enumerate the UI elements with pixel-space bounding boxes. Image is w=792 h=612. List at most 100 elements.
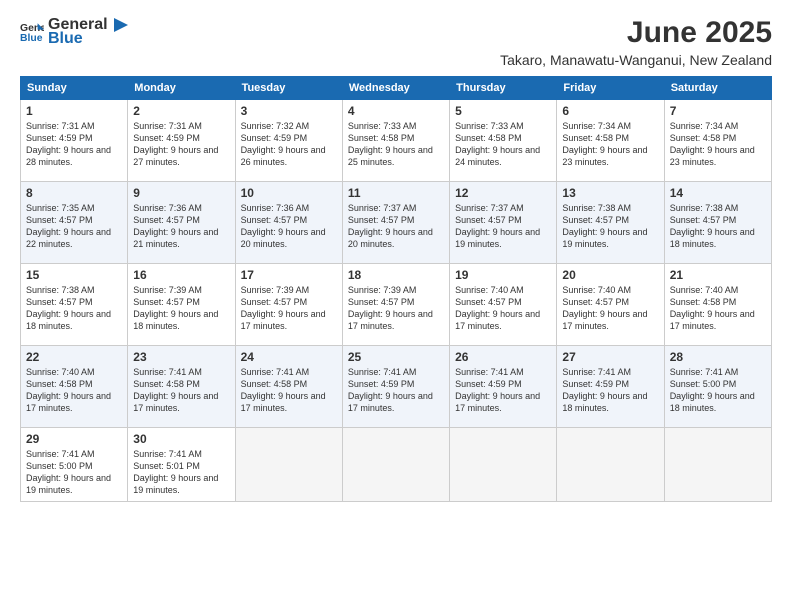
day-info: Sunrise: 7:33 AM Sunset: 4:58 PM Dayligh… bbox=[348, 120, 444, 169]
calendar-week-2: 8 Sunrise: 7:35 AM Sunset: 4:57 PM Dayli… bbox=[21, 182, 772, 264]
calendar-cell: 14 Sunrise: 7:38 AM Sunset: 4:57 PM Dayl… bbox=[664, 182, 771, 264]
day-number: 23 bbox=[133, 350, 229, 364]
title-block: June 2025 Takaro, Manawatu-Wanganui, New… bbox=[500, 16, 772, 68]
day-number: 2 bbox=[133, 104, 229, 118]
calendar-cell: 5 Sunrise: 7:33 AM Sunset: 4:58 PM Dayli… bbox=[450, 100, 557, 182]
calendar-cell bbox=[450, 428, 557, 502]
calendar-cell: 9 Sunrise: 7:36 AM Sunset: 4:57 PM Dayli… bbox=[128, 182, 235, 264]
day-info: Sunrise: 7:41 AM Sunset: 4:58 PM Dayligh… bbox=[133, 366, 229, 415]
calendar-cell: 28 Sunrise: 7:41 AM Sunset: 5:00 PM Dayl… bbox=[664, 346, 771, 428]
day-info: Sunrise: 7:40 AM Sunset: 4:57 PM Dayligh… bbox=[562, 284, 658, 333]
day-number: 7 bbox=[670, 104, 766, 118]
calendar-cell: 3 Sunrise: 7:32 AM Sunset: 4:59 PM Dayli… bbox=[235, 100, 342, 182]
col-tuesday: Tuesday bbox=[235, 77, 342, 100]
day-info: Sunrise: 7:41 AM Sunset: 5:00 PM Dayligh… bbox=[26, 448, 122, 497]
col-wednesday: Wednesday bbox=[342, 77, 449, 100]
day-info: Sunrise: 7:37 AM Sunset: 4:57 PM Dayligh… bbox=[455, 202, 551, 251]
day-info: Sunrise: 7:36 AM Sunset: 4:57 PM Dayligh… bbox=[133, 202, 229, 251]
day-info: Sunrise: 7:39 AM Sunset: 4:57 PM Dayligh… bbox=[241, 284, 337, 333]
calendar-cell: 1 Sunrise: 7:31 AM Sunset: 4:59 PM Dayli… bbox=[21, 100, 128, 182]
day-info: Sunrise: 7:31 AM Sunset: 4:59 PM Dayligh… bbox=[133, 120, 229, 169]
logo: General Blue General Blue bbox=[20, 16, 128, 48]
day-number: 17 bbox=[241, 268, 337, 282]
day-number: 10 bbox=[241, 186, 337, 200]
day-info: Sunrise: 7:33 AM Sunset: 4:58 PM Dayligh… bbox=[455, 120, 551, 169]
day-number: 29 bbox=[26, 432, 122, 446]
day-number: 9 bbox=[133, 186, 229, 200]
day-number: 8 bbox=[26, 186, 122, 200]
calendar-cell: 11 Sunrise: 7:37 AM Sunset: 4:57 PM Dayl… bbox=[342, 182, 449, 264]
day-number: 5 bbox=[455, 104, 551, 118]
month-title: June 2025 bbox=[500, 16, 772, 50]
calendar-cell: 17 Sunrise: 7:39 AM Sunset: 4:57 PM Dayl… bbox=[235, 264, 342, 346]
calendar-cell: 25 Sunrise: 7:41 AM Sunset: 4:59 PM Dayl… bbox=[342, 346, 449, 428]
day-number: 21 bbox=[670, 268, 766, 282]
calendar-cell: 6 Sunrise: 7:34 AM Sunset: 4:58 PM Dayli… bbox=[557, 100, 664, 182]
day-number: 15 bbox=[26, 268, 122, 282]
day-number: 3 bbox=[241, 104, 337, 118]
page-container: General Blue General Blue June 2025 Taka… bbox=[0, 0, 792, 612]
day-info: Sunrise: 7:38 AM Sunset: 4:57 PM Dayligh… bbox=[26, 284, 122, 333]
calendar-cell: 19 Sunrise: 7:40 AM Sunset: 4:57 PM Dayl… bbox=[450, 264, 557, 346]
day-info: Sunrise: 7:39 AM Sunset: 4:57 PM Dayligh… bbox=[133, 284, 229, 333]
calendar-cell bbox=[235, 428, 342, 502]
calendar-cell: 8 Sunrise: 7:35 AM Sunset: 4:57 PM Dayli… bbox=[21, 182, 128, 264]
header: General Blue General Blue June 2025 Taka… bbox=[20, 16, 772, 68]
day-info: Sunrise: 7:41 AM Sunset: 4:59 PM Dayligh… bbox=[455, 366, 551, 415]
day-number: 19 bbox=[455, 268, 551, 282]
day-number: 6 bbox=[562, 104, 658, 118]
day-number: 13 bbox=[562, 186, 658, 200]
calendar-week-3: 15 Sunrise: 7:38 AM Sunset: 4:57 PM Dayl… bbox=[21, 264, 772, 346]
day-info: Sunrise: 7:41 AM Sunset: 4:59 PM Dayligh… bbox=[348, 366, 444, 415]
day-info: Sunrise: 7:40 AM Sunset: 4:57 PM Dayligh… bbox=[455, 284, 551, 333]
calendar-cell: 15 Sunrise: 7:38 AM Sunset: 4:57 PM Dayl… bbox=[21, 264, 128, 346]
day-info: Sunrise: 7:37 AM Sunset: 4:57 PM Dayligh… bbox=[348, 202, 444, 251]
calendar-cell: 21 Sunrise: 7:40 AM Sunset: 4:58 PM Dayl… bbox=[664, 264, 771, 346]
col-monday: Monday bbox=[128, 77, 235, 100]
calendar-cell: 2 Sunrise: 7:31 AM Sunset: 4:59 PM Dayli… bbox=[128, 100, 235, 182]
day-info: Sunrise: 7:36 AM Sunset: 4:57 PM Dayligh… bbox=[241, 202, 337, 251]
calendar-cell: 10 Sunrise: 7:36 AM Sunset: 4:57 PM Dayl… bbox=[235, 182, 342, 264]
day-number: 28 bbox=[670, 350, 766, 364]
col-thursday: Thursday bbox=[450, 77, 557, 100]
day-info: Sunrise: 7:38 AM Sunset: 4:57 PM Dayligh… bbox=[670, 202, 766, 251]
day-number: 1 bbox=[26, 104, 122, 118]
day-number: 4 bbox=[348, 104, 444, 118]
calendar-cell: 12 Sunrise: 7:37 AM Sunset: 4:57 PM Dayl… bbox=[450, 182, 557, 264]
calendar-table: Sunday Monday Tuesday Wednesday Thursday… bbox=[20, 76, 772, 502]
col-friday: Friday bbox=[557, 77, 664, 100]
calendar-cell: 23 Sunrise: 7:41 AM Sunset: 4:58 PM Dayl… bbox=[128, 346, 235, 428]
logo-triangle-icon bbox=[110, 16, 128, 34]
day-info: Sunrise: 7:31 AM Sunset: 4:59 PM Dayligh… bbox=[26, 120, 122, 169]
calendar-cell: 4 Sunrise: 7:33 AM Sunset: 4:58 PM Dayli… bbox=[342, 100, 449, 182]
day-number: 25 bbox=[348, 350, 444, 364]
day-info: Sunrise: 7:41 AM Sunset: 5:01 PM Dayligh… bbox=[133, 448, 229, 497]
calendar-cell: 24 Sunrise: 7:41 AM Sunset: 4:58 PM Dayl… bbox=[235, 346, 342, 428]
day-number: 16 bbox=[133, 268, 229, 282]
calendar-cell: 22 Sunrise: 7:40 AM Sunset: 4:58 PM Dayl… bbox=[21, 346, 128, 428]
calendar-cell: 27 Sunrise: 7:41 AM Sunset: 4:59 PM Dayl… bbox=[557, 346, 664, 428]
calendar-week-1: 1 Sunrise: 7:31 AM Sunset: 4:59 PM Dayli… bbox=[21, 100, 772, 182]
day-info: Sunrise: 7:41 AM Sunset: 4:58 PM Dayligh… bbox=[241, 366, 337, 415]
day-number: 20 bbox=[562, 268, 658, 282]
calendar-week-5: 29 Sunrise: 7:41 AM Sunset: 5:00 PM Dayl… bbox=[21, 428, 772, 502]
day-info: Sunrise: 7:40 AM Sunset: 4:58 PM Dayligh… bbox=[670, 284, 766, 333]
calendar-cell: 29 Sunrise: 7:41 AM Sunset: 5:00 PM Dayl… bbox=[21, 428, 128, 502]
calendar-cell: 18 Sunrise: 7:39 AM Sunset: 4:57 PM Dayl… bbox=[342, 264, 449, 346]
calendar-week-4: 22 Sunrise: 7:40 AM Sunset: 4:58 PM Dayl… bbox=[21, 346, 772, 428]
svg-text:Blue: Blue bbox=[20, 33, 43, 44]
day-number: 22 bbox=[26, 350, 122, 364]
day-info: Sunrise: 7:34 AM Sunset: 4:58 PM Dayligh… bbox=[670, 120, 766, 169]
day-info: Sunrise: 7:41 AM Sunset: 5:00 PM Dayligh… bbox=[670, 366, 766, 415]
calendar-cell bbox=[557, 428, 664, 502]
day-info: Sunrise: 7:40 AM Sunset: 4:58 PM Dayligh… bbox=[26, 366, 122, 415]
calendar-header-row: Sunday Monday Tuesday Wednesday Thursday… bbox=[21, 77, 772, 100]
location-title: Takaro, Manawatu-Wanganui, New Zealand bbox=[500, 52, 772, 68]
day-number: 14 bbox=[670, 186, 766, 200]
day-number: 24 bbox=[241, 350, 337, 364]
col-saturday: Saturday bbox=[664, 77, 771, 100]
calendar-cell: 30 Sunrise: 7:41 AM Sunset: 5:01 PM Dayl… bbox=[128, 428, 235, 502]
day-info: Sunrise: 7:34 AM Sunset: 4:58 PM Dayligh… bbox=[562, 120, 658, 169]
calendar-cell: 7 Sunrise: 7:34 AM Sunset: 4:58 PM Dayli… bbox=[664, 100, 771, 182]
day-number: 26 bbox=[455, 350, 551, 364]
